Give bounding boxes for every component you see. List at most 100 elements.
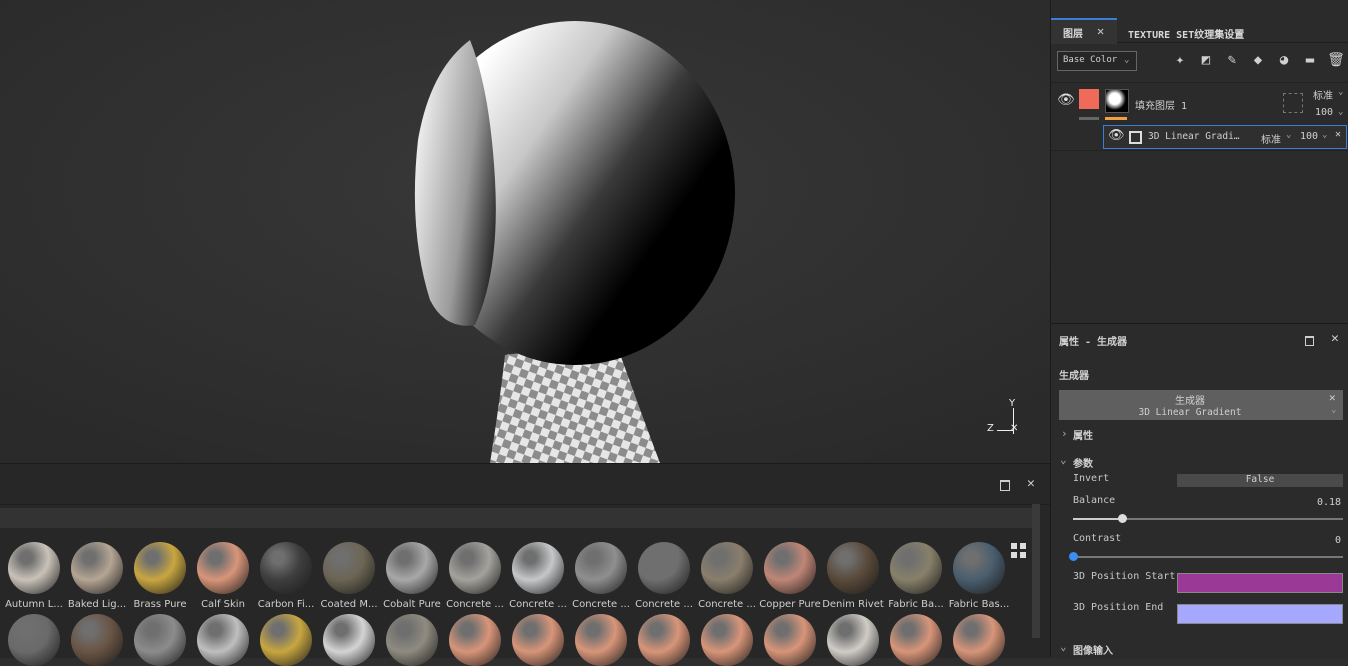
balance-slider-handle[interactable] bbox=[1117, 514, 1127, 523]
chevron-down-icon[interactable]: ⌄ bbox=[1060, 640, 1067, 653]
chevron-down-icon: ⌄ bbox=[1338, 87, 1344, 97]
layer-blend-mode[interactable]: 标准 bbox=[1313, 87, 1333, 102]
material-item[interactable]: Copper Pure bbox=[759, 542, 821, 610]
panel-undock-icon[interactable] bbox=[1305, 336, 1314, 346]
position-end-swatch[interactable] bbox=[1177, 604, 1343, 624]
material-item[interactable]: Concrete ... bbox=[633, 542, 695, 610]
material-preview[interactable] bbox=[953, 614, 1005, 666]
contrast-value[interactable]: 0 bbox=[1335, 535, 1341, 546]
material-item[interactable]: Carbon Fi... bbox=[255, 542, 317, 610]
tab-layers[interactable]: 图层 ✕ bbox=[1051, 18, 1117, 44]
effect-row[interactable]: 👁 3D Linear Gradi… 标准 ⌄ 100 ⌄ ✕ bbox=[1103, 125, 1347, 149]
properties-title: 属性 - 生成器 bbox=[1059, 337, 1128, 348]
material-preview[interactable] bbox=[386, 614, 438, 666]
material-preview[interactable] bbox=[827, 614, 879, 666]
material-preview bbox=[134, 542, 186, 594]
add-paint-layer-icon[interactable]: ✎ bbox=[1223, 51, 1241, 69]
layer-mask-thumbnail[interactable] bbox=[1105, 89, 1129, 113]
shelf-header: ✕ bbox=[0, 474, 1050, 505]
material-preview bbox=[512, 542, 564, 594]
tab-bar: 图层 ✕ TEXTURE SET纹理集设置 bbox=[1051, 0, 1348, 44]
shelf-scrollbar[interactable] bbox=[1032, 504, 1040, 638]
panel-close-icon[interactable]: ✕ bbox=[1331, 331, 1339, 346]
contrast-slider-track[interactable] bbox=[1073, 556, 1343, 558]
material-item[interactable]: Calf Skin bbox=[192, 542, 254, 610]
generator-selector[interactable]: 生成器 3D Linear Gradient ✕ ⌄ bbox=[1059, 390, 1343, 420]
effect-name[interactable]: 3D Linear Gradi… bbox=[1148, 131, 1240, 142]
material-preview[interactable] bbox=[71, 614, 123, 666]
material-label: Coated M... bbox=[320, 599, 378, 610]
3d-viewport[interactable]: Y Z ✕ bbox=[0, 0, 1050, 463]
chevron-down-icon[interactable]: ⌄ bbox=[1060, 453, 1067, 466]
effect-opacity[interactable]: 100 bbox=[1300, 131, 1318, 142]
material-label: Brass Pure bbox=[133, 599, 187, 610]
material-item[interactable]: Fabric Bas... bbox=[948, 542, 1010, 610]
shelf-undock-icon[interactable] bbox=[1000, 480, 1010, 491]
material-item[interactable]: Cobalt Pure bbox=[381, 542, 443, 610]
effect-blend-mode[interactable]: 标准 bbox=[1261, 131, 1281, 146]
add-mask-icon[interactable]: ◩ bbox=[1197, 51, 1215, 69]
effect-remove-icon[interactable]: ✕ bbox=[1335, 129, 1341, 140]
section-attributes-title[interactable]: 属性 bbox=[1073, 427, 1093, 442]
balance-value[interactable]: 0.18 bbox=[1317, 497, 1341, 508]
layer-blend-preview bbox=[1283, 93, 1303, 113]
add-effect-icon[interactable]: ◕ bbox=[1275, 51, 1293, 69]
axis-gizmo: Y Z ✕ bbox=[985, 398, 1025, 438]
section-image-input-title[interactable]: 图像输入 bbox=[1073, 642, 1113, 657]
material-preview[interactable] bbox=[8, 614, 60, 666]
material-preview bbox=[71, 542, 123, 594]
material-item[interactable]: Brass Pure bbox=[129, 542, 191, 610]
material-item[interactable]: Baked Lig... bbox=[66, 542, 128, 610]
material-preview[interactable] bbox=[764, 614, 816, 666]
material-preview[interactable] bbox=[260, 614, 312, 666]
viewport-canvas[interactable] bbox=[0, 0, 1050, 463]
material-preview[interactable] bbox=[638, 614, 690, 666]
generator-selector-value: 3D Linear Gradient bbox=[1138, 407, 1242, 418]
material-preview[interactable] bbox=[134, 614, 186, 666]
material-item[interactable]: Concrete ... bbox=[507, 542, 569, 610]
axis-y-label: Y bbox=[1009, 398, 1016, 409]
channel-select[interactable]: Base Color ⌄ bbox=[1057, 51, 1137, 71]
material-preview[interactable] bbox=[575, 614, 627, 666]
balance-slider-fill bbox=[1073, 518, 1122, 520]
material-item[interactable]: Concrete ... bbox=[570, 542, 632, 610]
material-preview[interactable] bbox=[449, 614, 501, 666]
tab-texture-set[interactable]: TEXTURE SET纹理集设置 bbox=[1128, 26, 1244, 41]
layer-opacity[interactable]: 100 bbox=[1315, 107, 1333, 118]
material-item[interactable]: Coated M... bbox=[318, 542, 380, 610]
grid-view-icon[interactable] bbox=[1011, 543, 1027, 559]
material-label: Fabric Bas... bbox=[948, 599, 1010, 610]
material-item[interactable]: Concrete ... bbox=[444, 542, 506, 610]
delete-icon[interactable]: 🗑 bbox=[1327, 51, 1345, 69]
tab-layers-close-icon[interactable]: ✕ bbox=[1097, 24, 1104, 38]
layer-row[interactable]: 👁 填充图层 1 标准 ⌄ 100 ⌄ bbox=[1051, 82, 1348, 123]
material-preview[interactable] bbox=[323, 614, 375, 666]
material-preview[interactable] bbox=[701, 614, 753, 666]
invert-toggle[interactable]: False bbox=[1177, 474, 1343, 487]
material-item[interactable]: Concrete ... bbox=[696, 542, 758, 610]
material-preview[interactable] bbox=[197, 614, 249, 666]
section-generator-title: 生成器 bbox=[1059, 371, 1089, 382]
shelf-filter-bar[interactable] bbox=[0, 508, 1040, 528]
material-label: Autumn L... bbox=[5, 599, 63, 610]
position-start-swatch[interactable] bbox=[1177, 573, 1343, 593]
contrast-slider-handle[interactable] bbox=[1069, 552, 1078, 561]
shelf-close-icon[interactable]: ✕ bbox=[1027, 476, 1035, 491]
material-preview[interactable] bbox=[890, 614, 942, 666]
magic-wand-icon[interactable]: ✦ bbox=[1171, 51, 1189, 69]
material-item[interactable]: Fabric Ba... bbox=[885, 542, 947, 610]
material-item[interactable]: Autumn L... bbox=[3, 542, 65, 610]
section-params-title[interactable]: 参数 bbox=[1073, 455, 1093, 470]
layer-name[interactable]: 填充图层 1 bbox=[1135, 97, 1187, 112]
chevron-down-icon: ⌄ bbox=[1322, 130, 1328, 140]
material-label: Calf Skin bbox=[201, 599, 245, 610]
material-preview[interactable] bbox=[512, 614, 564, 666]
add-folder-icon[interactable]: ▬ bbox=[1301, 51, 1319, 69]
visibility-eye-icon[interactable]: 👁 bbox=[1057, 92, 1075, 108]
add-fill-layer-icon[interactable]: ◆ bbox=[1249, 51, 1267, 69]
chevron-right-icon[interactable]: › bbox=[1061, 427, 1068, 440]
generator-clear-icon[interactable]: ✕ bbox=[1329, 391, 1336, 404]
material-label: Carbon Fi... bbox=[257, 599, 315, 610]
visibility-eye-icon[interactable]: 👁 bbox=[1108, 128, 1125, 143]
material-item[interactable]: Denim Rivet bbox=[822, 542, 884, 610]
